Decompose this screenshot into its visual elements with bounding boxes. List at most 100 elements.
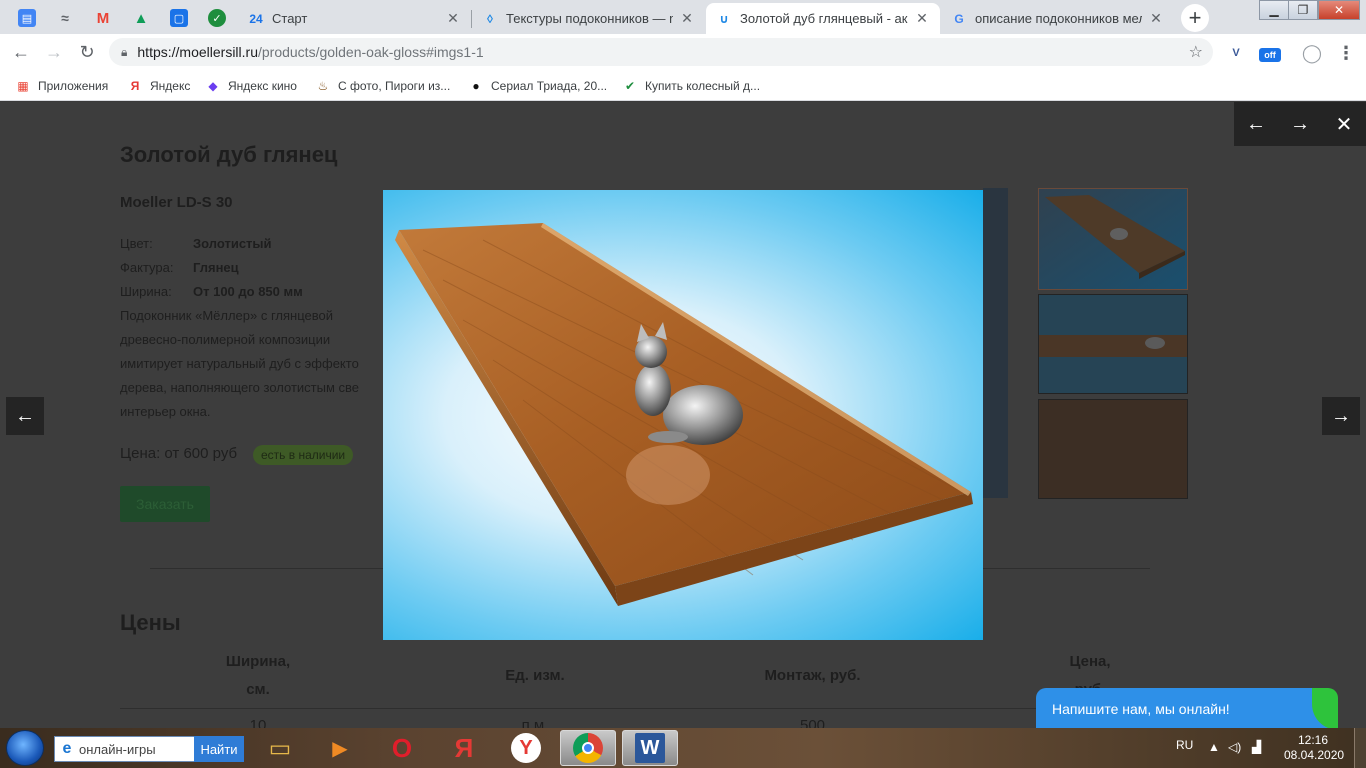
opera-app[interactable]: O [374,730,430,766]
table-cell-width: 10 [249,717,267,728]
chrome-icon [573,733,603,763]
table-header-width: Ширина, см. [225,653,291,698]
clock[interactable]: 12:16 08.04.2020 [1284,733,1345,763]
gallery-thumb-3[interactable] [1038,399,1188,499]
lightbox-prev-icon[interactable]: ← [1234,113,1278,136]
address-bar[interactable]: 🔒︎ https://moellersill.ru/products/golde… [109,38,1213,66]
yandex-browser-app[interactable]: Y [498,730,554,766]
drive-icon: ▲ [133,9,149,27]
pinned-tab-analytics[interactable]: ≈ [46,4,84,32]
close-tab-icon[interactable]: ✕ [445,10,461,27]
spec-key-width: Ширина: [120,284,172,299]
maximize-button[interactable]: ❐ [1288,0,1318,20]
golden-oak-sill-photo [395,223,973,606]
bookmark-yandex[interactable]: Я Яндекс [127,76,191,96]
bookmark-label: Яндекс [150,79,191,93]
table-header-install: Монтаж, руб. [764,667,861,684]
profile-avatar-icon[interactable]: ◯ [1301,42,1323,64]
spec-key-color: Цвет: [120,236,153,251]
show-desktop-button[interactable] [1354,728,1366,768]
language-indicator[interactable]: RU [1176,738,1193,752]
forward-icon[interactable]: → [42,40,66,64]
order-button[interactable]: Заказать [120,486,210,522]
window-close-button[interactable]: ✕ [1318,0,1360,20]
close-tab-icon[interactable]: ✕ [1148,10,1164,27]
lightbox-close-icon[interactable]: ✕ [1322,112,1366,137]
chat-label: Напишите нам, мы онлайн! [1052,701,1230,717]
chrome-app[interactable] [560,730,616,766]
gallery-thumb-1[interactable] [1038,188,1188,290]
tray-expand-icon[interactable]: ▲ [1208,740,1220,754]
clock-date: 08.04.2020 [1284,748,1345,762]
bookmark-star-icon[interactable]: ☆ [1189,42,1203,62]
lightbox-next-icon[interactable]: → [1278,113,1322,136]
tab-google-search[interactable]: G описание подоконников мелле ✕ [941,3,1174,34]
gallery-thumb-2[interactable] [1038,294,1188,394]
opera-icon: O [391,732,413,763]
menu-icon[interactable]: ⋮ [1335,42,1357,64]
windows-taskbar: e Найти ▭ ▶ O Я Y W RU ▲ ◁) ▟ 12:16 08.0… [0,728,1366,768]
close-tab-icon[interactable]: ✕ [679,10,695,27]
tab-start[interactable]: 24 Старт ✕ [238,3,471,34]
extension-v-icon[interactable]: V [1225,42,1247,64]
thumb-sill-image [1039,189,1187,289]
tab-textures[interactable]: ◊ Текстуры подоконников — mo ✕ [472,3,705,34]
new-tab-button[interactable]: + [1181,4,1209,32]
product-main-image[interactable] [983,188,1008,498]
lightbox-toolbar: ← → ✕ [1234,102,1366,146]
lightbox-image[interactable] [383,190,983,640]
explorer-app[interactable]: ▭ [252,730,308,766]
media-player-app[interactable]: ▶ [312,730,368,766]
bookmark-yandex-kino[interactable]: ◆ Яндекс кино [205,76,297,96]
drop-icon: ◊ [487,11,493,26]
url-path: /products/golden-oak-gloss#imgs1-1 [257,44,484,60]
description-line: дерева, наполняющего золотистым све [120,380,360,395]
24-icon: 24 [249,11,263,26]
bookmark-label: Сериал Триада, 20... [491,79,608,93]
google-icon: G [954,11,964,26]
check-circle-icon: ✔ [624,79,636,93]
spec-value-width: От 100 до 850 мм [193,284,303,299]
chat-icon: ▢ [170,9,188,27]
product-model: Moeller LD-S 30 [120,194,233,211]
lock-icon[interactable]: 🔒︎ [121,45,127,60]
network-icon[interactable]: ▟ [1252,740,1261,754]
pinned-tab-docs[interactable]: ▤ [8,4,46,32]
clock-time: 12:16 [1297,733,1329,747]
pinned-tab-drive[interactable]: ▲ [122,4,160,32]
bookmark-series[interactable]: ● Сериал Триада, 20... [468,76,607,96]
taskbar-search-button[interactable]: Найти [194,736,244,762]
taskbar-search-input[interactable] [79,741,199,757]
spec-value-color: Золотистый [193,236,272,251]
close-tab-icon[interactable]: ✕ [914,10,930,27]
taskbar-search[interactable]: e Найти [54,736,244,762]
product-price: Цена: от 600 руб [120,445,238,462]
tab-golden-oak[interactable]: ∪ Золотой дуб глянцевый - акри ✕ [706,3,940,34]
back-icon[interactable]: ← [9,40,33,64]
reload-icon[interactable]: ↻ [75,40,99,64]
bookmark-apps[interactable]: ▦ Приложения [15,76,108,96]
pinned-tab-messages[interactable]: ▢ [160,4,198,32]
chat-widget[interactable]: Напишите нам, мы онлайн! [1036,688,1338,728]
bookmark-label: Яндекс кино [228,79,297,93]
lightbox-side-next-arrow[interactable]: → [1322,397,1360,435]
lightbox-side-prev-arrow[interactable]: ← [6,397,44,435]
moeller-icon: ∪ [719,11,729,26]
bookmark-pies[interactable]: ♨ С фото, Пироги из... [315,76,451,96]
page-title: Золотой дуб глянец [120,142,338,167]
yandex-app[interactable]: Я [436,730,492,766]
volume-icon[interactable]: ◁) [1228,740,1241,754]
word-app[interactable]: W [622,730,678,766]
start-button[interactable] [6,730,44,766]
minimize-button[interactable]: ▁ [1259,0,1289,20]
tab-title: Золотой дуб глянцевый - акри [740,11,908,26]
extension-off-icon[interactable]: off [1259,48,1281,62]
pinned-tab-gmail[interactable]: M [84,4,122,32]
bookmarks-bar: ▦ Приложения Я Яндекс ◆ Яндекс кино ♨ С фото… [0,70,1366,101]
yandex-browser-icon: Y [511,733,541,763]
description-line: Подоконник «Мёллер» с глянцевой [120,308,334,323]
table-cell-unit: п.м. [521,717,549,728]
bookmark-buy[interactable]: ✔ Купить колесный д... [622,76,760,96]
table-header-unit: Ед. изм. [505,667,565,684]
pinned-tab-check[interactable]: ✓ [198,4,236,32]
